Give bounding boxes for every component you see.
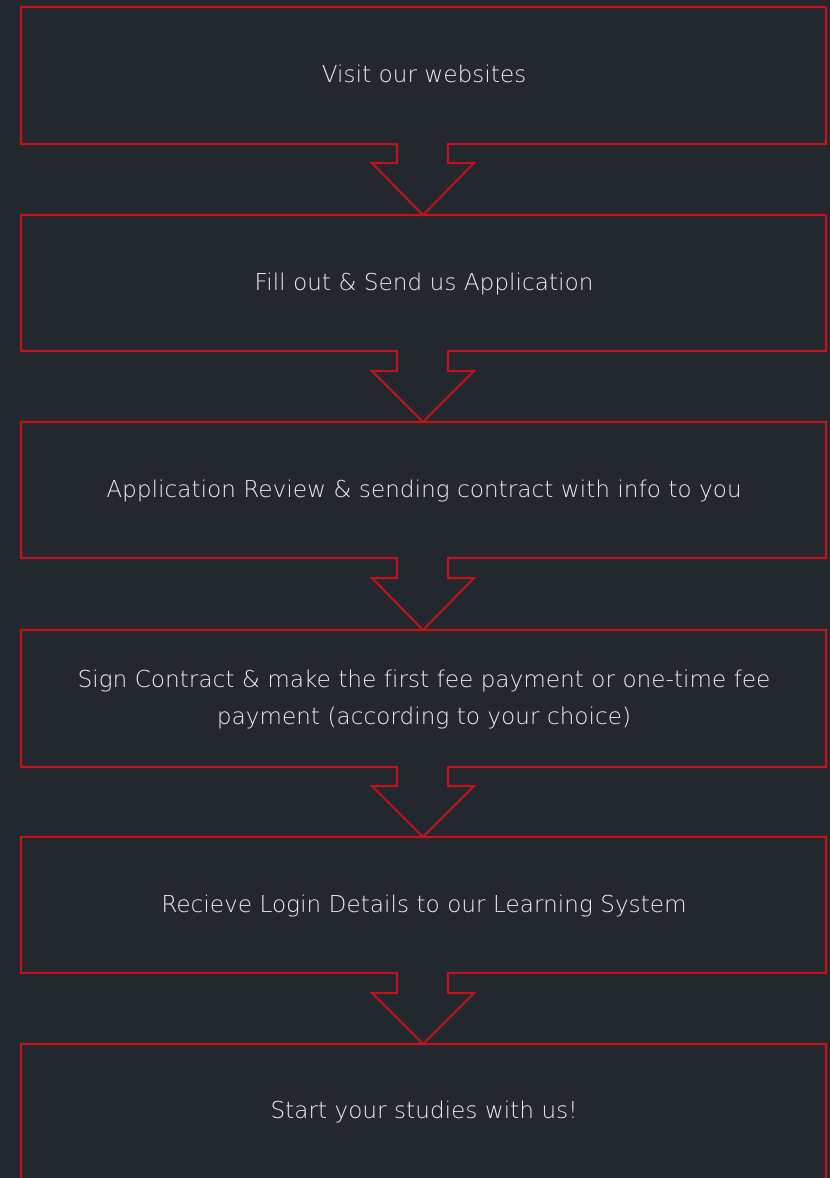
step-2-label: Fill out & Send us Application xyxy=(254,269,594,296)
flowchart-shapes xyxy=(19,5,828,1178)
step-3-label: Application Review & sending contract wi… xyxy=(106,476,742,503)
step-1-label: Visit our websites xyxy=(321,62,527,88)
step-6-label: Start your studies with us! xyxy=(270,1097,578,1124)
step-4-label: Sign Contract & make the first fee payme… xyxy=(77,666,771,730)
step-5-label: Recieve Login Details to our Learning Sy… xyxy=(161,891,687,918)
